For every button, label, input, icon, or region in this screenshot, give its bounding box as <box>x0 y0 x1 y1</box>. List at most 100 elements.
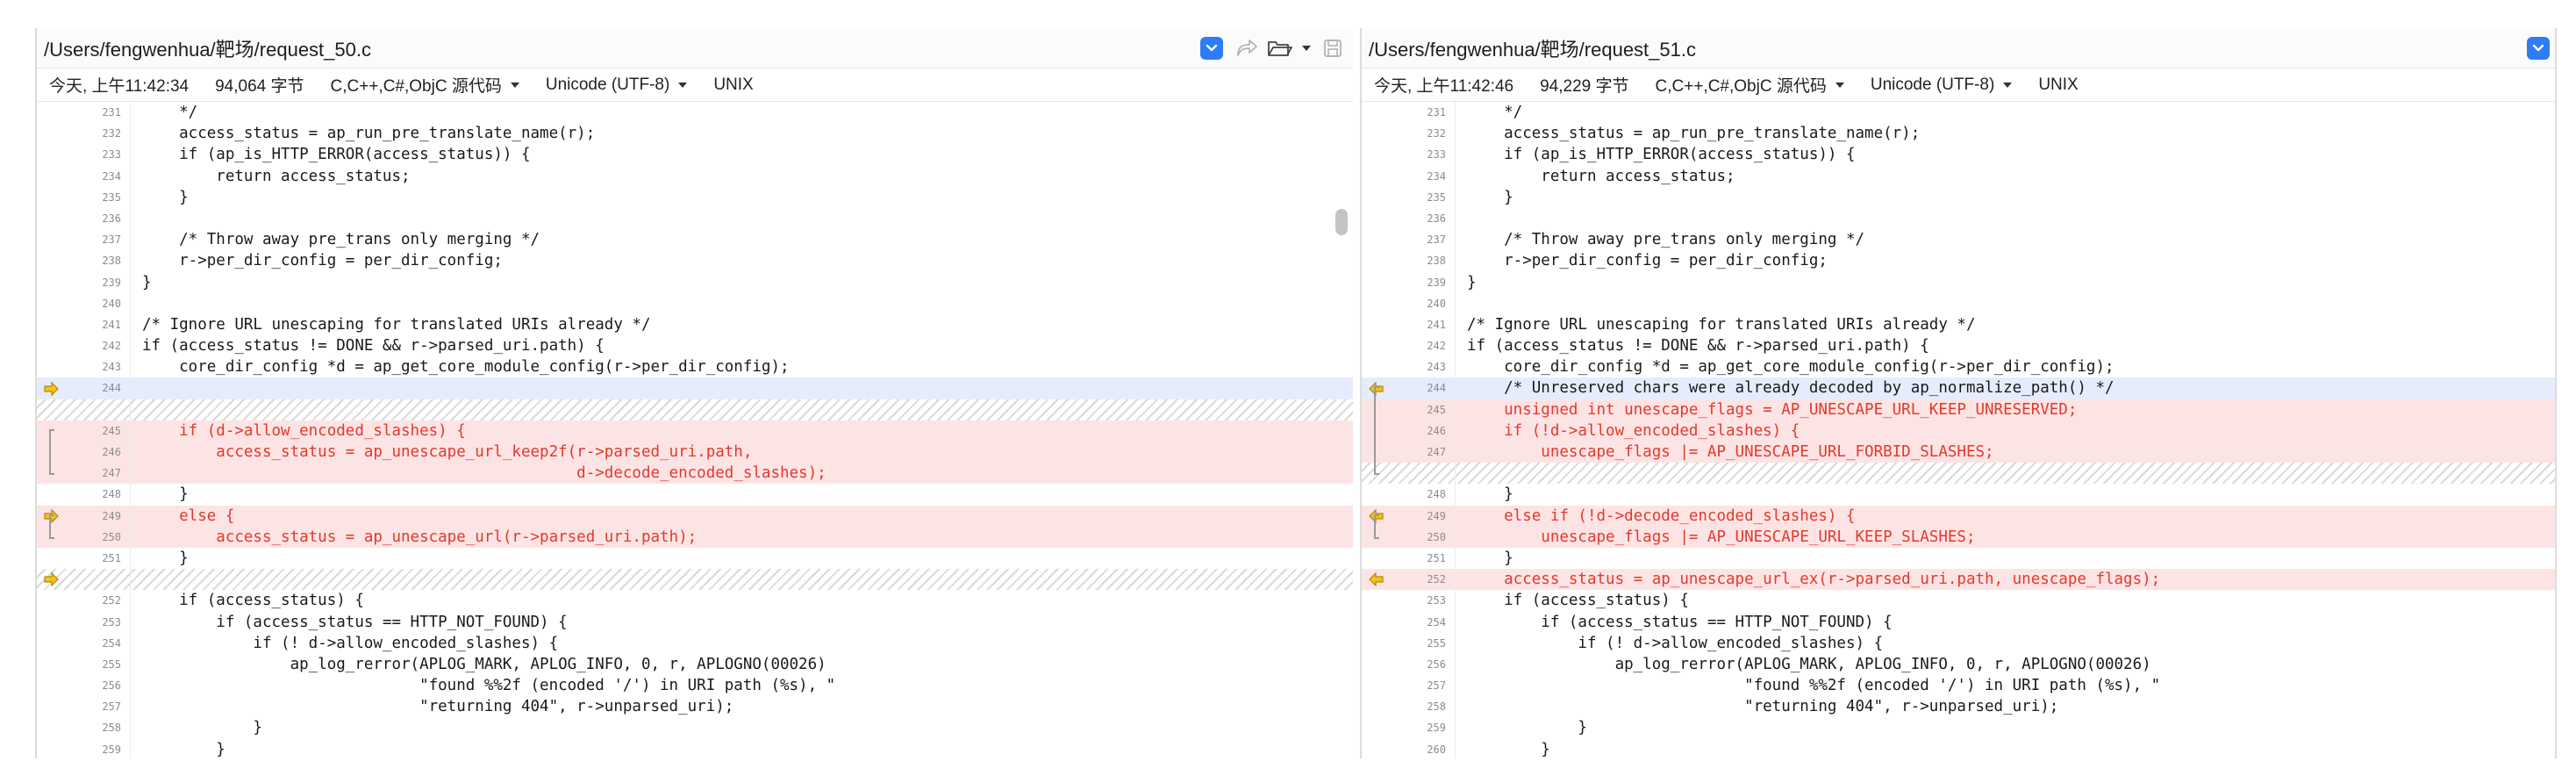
save-icon[interactable] <box>1320 35 1346 61</box>
left-path-dropdown-button[interactable] <box>1200 37 1223 60</box>
code-line[interactable]: 259 } <box>37 738 1353 758</box>
code-text: else { <box>142 506 235 525</box>
gutter-divider <box>130 207 131 230</box>
code-line[interactable]: 234 return access_status; <box>37 165 1353 187</box>
gutter-divider <box>1455 632 1456 654</box>
right-language-select[interactable]: C,C++,C#,ObjC 源代码 <box>1656 73 1844 97</box>
right-path-dropdown-button[interactable] <box>2527 37 2550 60</box>
code-line[interactable]: 247 d->decode_encoded_slashes); <box>37 463 1353 485</box>
code-text: access_status = ap_unescape_url_keep2f(r… <box>142 443 753 461</box>
code-line[interactable]: 254 if (! d->allow_encoded_slashes) { <box>37 632 1353 654</box>
gutter-divider <box>1455 526 1456 548</box>
diff-arrow-icon[interactable] <box>37 377 65 399</box>
code-line[interactable]: 257 "found %%2f (encoded '/') in URI pat… <box>1362 675 2555 697</box>
left-code-view[interactable]: 231 */232 access_status = ap_run_pre_tra… <box>37 102 1353 758</box>
code-line[interactable]: 255 ap_log_rerror(APLOG_MARK, APLOG_INFO… <box>37 653 1353 676</box>
code-line[interactable]: 237 /* Throw away pre_trans only merging… <box>1362 229 2555 251</box>
code-line[interactable]: 236 <box>1362 207 2555 230</box>
code-line[interactable]: 242 if (access_status != DONE && r->parse… <box>37 335 1353 357</box>
code-line[interactable]: 248 } <box>37 484 1353 506</box>
code-line[interactable]: 258 "returning 404", r->unparsed_uri); <box>1362 696 2555 718</box>
code-line[interactable]: 235 } <box>37 186 1353 208</box>
code-line[interactable]: 240 <box>37 292 1353 314</box>
code-line[interactable]: 246 if (!d->allow_encoded_slashes) { <box>1362 420 2555 442</box>
code-line[interactable]: 259 } <box>1362 717 2555 739</box>
code-line[interactable] <box>37 569 1353 591</box>
code-line[interactable]: 238 r->per_dir_config = per_dir_config; <box>37 250 1353 272</box>
line-number: 239 <box>102 276 121 289</box>
diff-arrow-icon[interactable] <box>37 569 65 590</box>
code-line[interactable]: 251 } <box>37 547 1353 570</box>
code-line[interactable]: 233 if (ap_is_HTTP_ERROR(access_status))… <box>1362 144 2555 166</box>
change-bracket <box>1374 526 1379 539</box>
code-line[interactable]: 243 core_dir_config *d = ap_get_core_mod… <box>37 356 1353 378</box>
code-line[interactable]: 239} <box>1362 271 2555 293</box>
code-line[interactable] <box>1362 463 2555 485</box>
code-line[interactable]: 255 if (! d->allow_encoded_slashes) { <box>1362 632 2555 654</box>
forward-arrow-icon[interactable] <box>1234 35 1260 61</box>
code-line[interactable]: 248 } <box>1362 484 2555 506</box>
code-line[interactable]: 250 access_status = ap_unescape_url(r->p… <box>37 526 1353 548</box>
code-line[interactable]: 239} <box>37 271 1353 293</box>
diff-arrow-icon[interactable] <box>1362 569 1390 590</box>
right-file-path[interactable]: /Users/fengwenhua/靶场/request_51.c <box>1369 34 1696 62</box>
gutter-divider <box>130 420 131 442</box>
right-encoding-select[interactable]: Unicode (UTF-8) <box>1871 75 2013 95</box>
line-number: 250 <box>102 530 121 543</box>
code-line[interactable]: 246 access_status = ap_unescape_url_keep… <box>37 442 1353 463</box>
code-line[interactable]: 240 <box>1362 292 2555 314</box>
code-line[interactable]: 258 } <box>37 717 1353 739</box>
code-line[interactable]: 232 access_status = ap_run_pre_translate… <box>37 123 1353 145</box>
code-line[interactable]: 254 if (access_status == HTTP_NOT_FOUND)… <box>1362 611 2555 633</box>
left-language-label: C,C++,C#,ObjC 源代码 <box>330 77 502 96</box>
left-encoding-select[interactable]: Unicode (UTF-8) <box>546 75 688 95</box>
code-line[interactable]: 257 "returning 404", r->unparsed_uri); <box>37 696 1353 718</box>
code-line[interactable]: 252 access_status = ap_unescape_url_ex(r… <box>1362 569 2555 591</box>
code-line[interactable]: 260 } <box>1362 738 2555 758</box>
line-number: 257 <box>1427 679 1446 693</box>
code-line[interactable]: 236 <box>37 207 1353 230</box>
code-line[interactable]: 242 if (access_status != DONE && r->parse… <box>1362 335 2555 357</box>
line-number: 248 <box>1427 488 1446 501</box>
code-line[interactable]: 238 r->per_dir_config = per_dir_config; <box>1362 250 2555 272</box>
code-line[interactable]: 232 access_status = ap_run_pre_translate… <box>1362 123 2555 145</box>
code-line[interactable]: 244 /* Unreserved chars were already dec… <box>1362 377 2555 399</box>
code-line[interactable]: 233 if (ap_is_HTTP_ERROR(access_status))… <box>37 144 1353 166</box>
code-line[interactable]: 244 <box>37 377 1353 399</box>
right-code-view[interactable]: 231 */232 access_status = ap_run_pre_tra… <box>1362 102 2555 758</box>
code-line[interactable]: 253 if (access_status == HTTP_NOT_FOUND)… <box>37 611 1353 633</box>
code-line[interactable]: 256 ap_log_rerror(APLOG_MARK, APLOG_INFO… <box>1362 653 2555 676</box>
line-number: 232 <box>102 127 121 140</box>
line-number: 246 <box>102 446 121 458</box>
gutter-divider <box>130 399 131 420</box>
code-line[interactable]: 252 if (access_status) { <box>37 590 1353 612</box>
code-line[interactable]: 237 /* Throw away pre_trans only merging… <box>37 229 1353 251</box>
code-line[interactable]: 245 unsigned int unescape_flags = AP_UNE… <box>1362 399 2555 420</box>
code-line[interactable]: 241 /* Ignore URL unescaping for translat… <box>1362 313 2555 336</box>
code-line[interactable]: 231 */ <box>37 102 1353 124</box>
code-line[interactable]: 256 "found %%2f (encoded '/') in URI pat… <box>37 675 1353 697</box>
code-line[interactable]: 247 unescape_flags |= AP_UNESCAPE_URL_FO… <box>1362 442 2555 463</box>
chevron-down-icon[interactable] <box>1300 35 1313 61</box>
code-line[interactable]: 245 if (d->allow_encoded_slashes) { <box>37 420 1353 442</box>
code-line[interactable]: 253 if (access_status) { <box>1362 590 2555 612</box>
code-text: else if (!d->decode_encoded_slashes) { <box>1467 506 1856 525</box>
code-line[interactable]: 249 else if (!d->decode_encoded_slashes)… <box>1362 505 2555 527</box>
left-language-select[interactable]: C,C++,C#,ObjC 源代码 <box>331 73 519 97</box>
code-line[interactable]: 241 /* Ignore URL unescaping for translat… <box>37 313 1353 336</box>
code-line[interactable]: 235 } <box>1362 186 2555 208</box>
code-line[interactable]: 231 */ <box>1362 102 2555 124</box>
left-file-path[interactable]: /Users/fengwenhua/靶场/request_50.c <box>44 34 371 62</box>
line-number: 233 <box>1427 148 1446 162</box>
code-line[interactable]: 243 core_dir_config *d = ap_get_core_mod… <box>1362 356 2555 378</box>
gutter-divider <box>1455 547 1456 570</box>
code-line[interactable] <box>37 399 1353 420</box>
code-line[interactable]: 234 return access_status; <box>1362 165 2555 187</box>
left-scrollbar[interactable] <box>1335 209 1348 235</box>
gutter-divider <box>130 250 131 272</box>
code-line[interactable]: 250 unescape_flags |= AP_UNESCAPE_URL_KE… <box>1362 526 2555 548</box>
code-line[interactable]: 249 else { <box>37 505 1353 527</box>
folder-icon[interactable] <box>1267 35 1293 61</box>
gutter-divider <box>1455 569 1456 591</box>
code-line[interactable]: 251 } <box>1362 547 2555 570</box>
